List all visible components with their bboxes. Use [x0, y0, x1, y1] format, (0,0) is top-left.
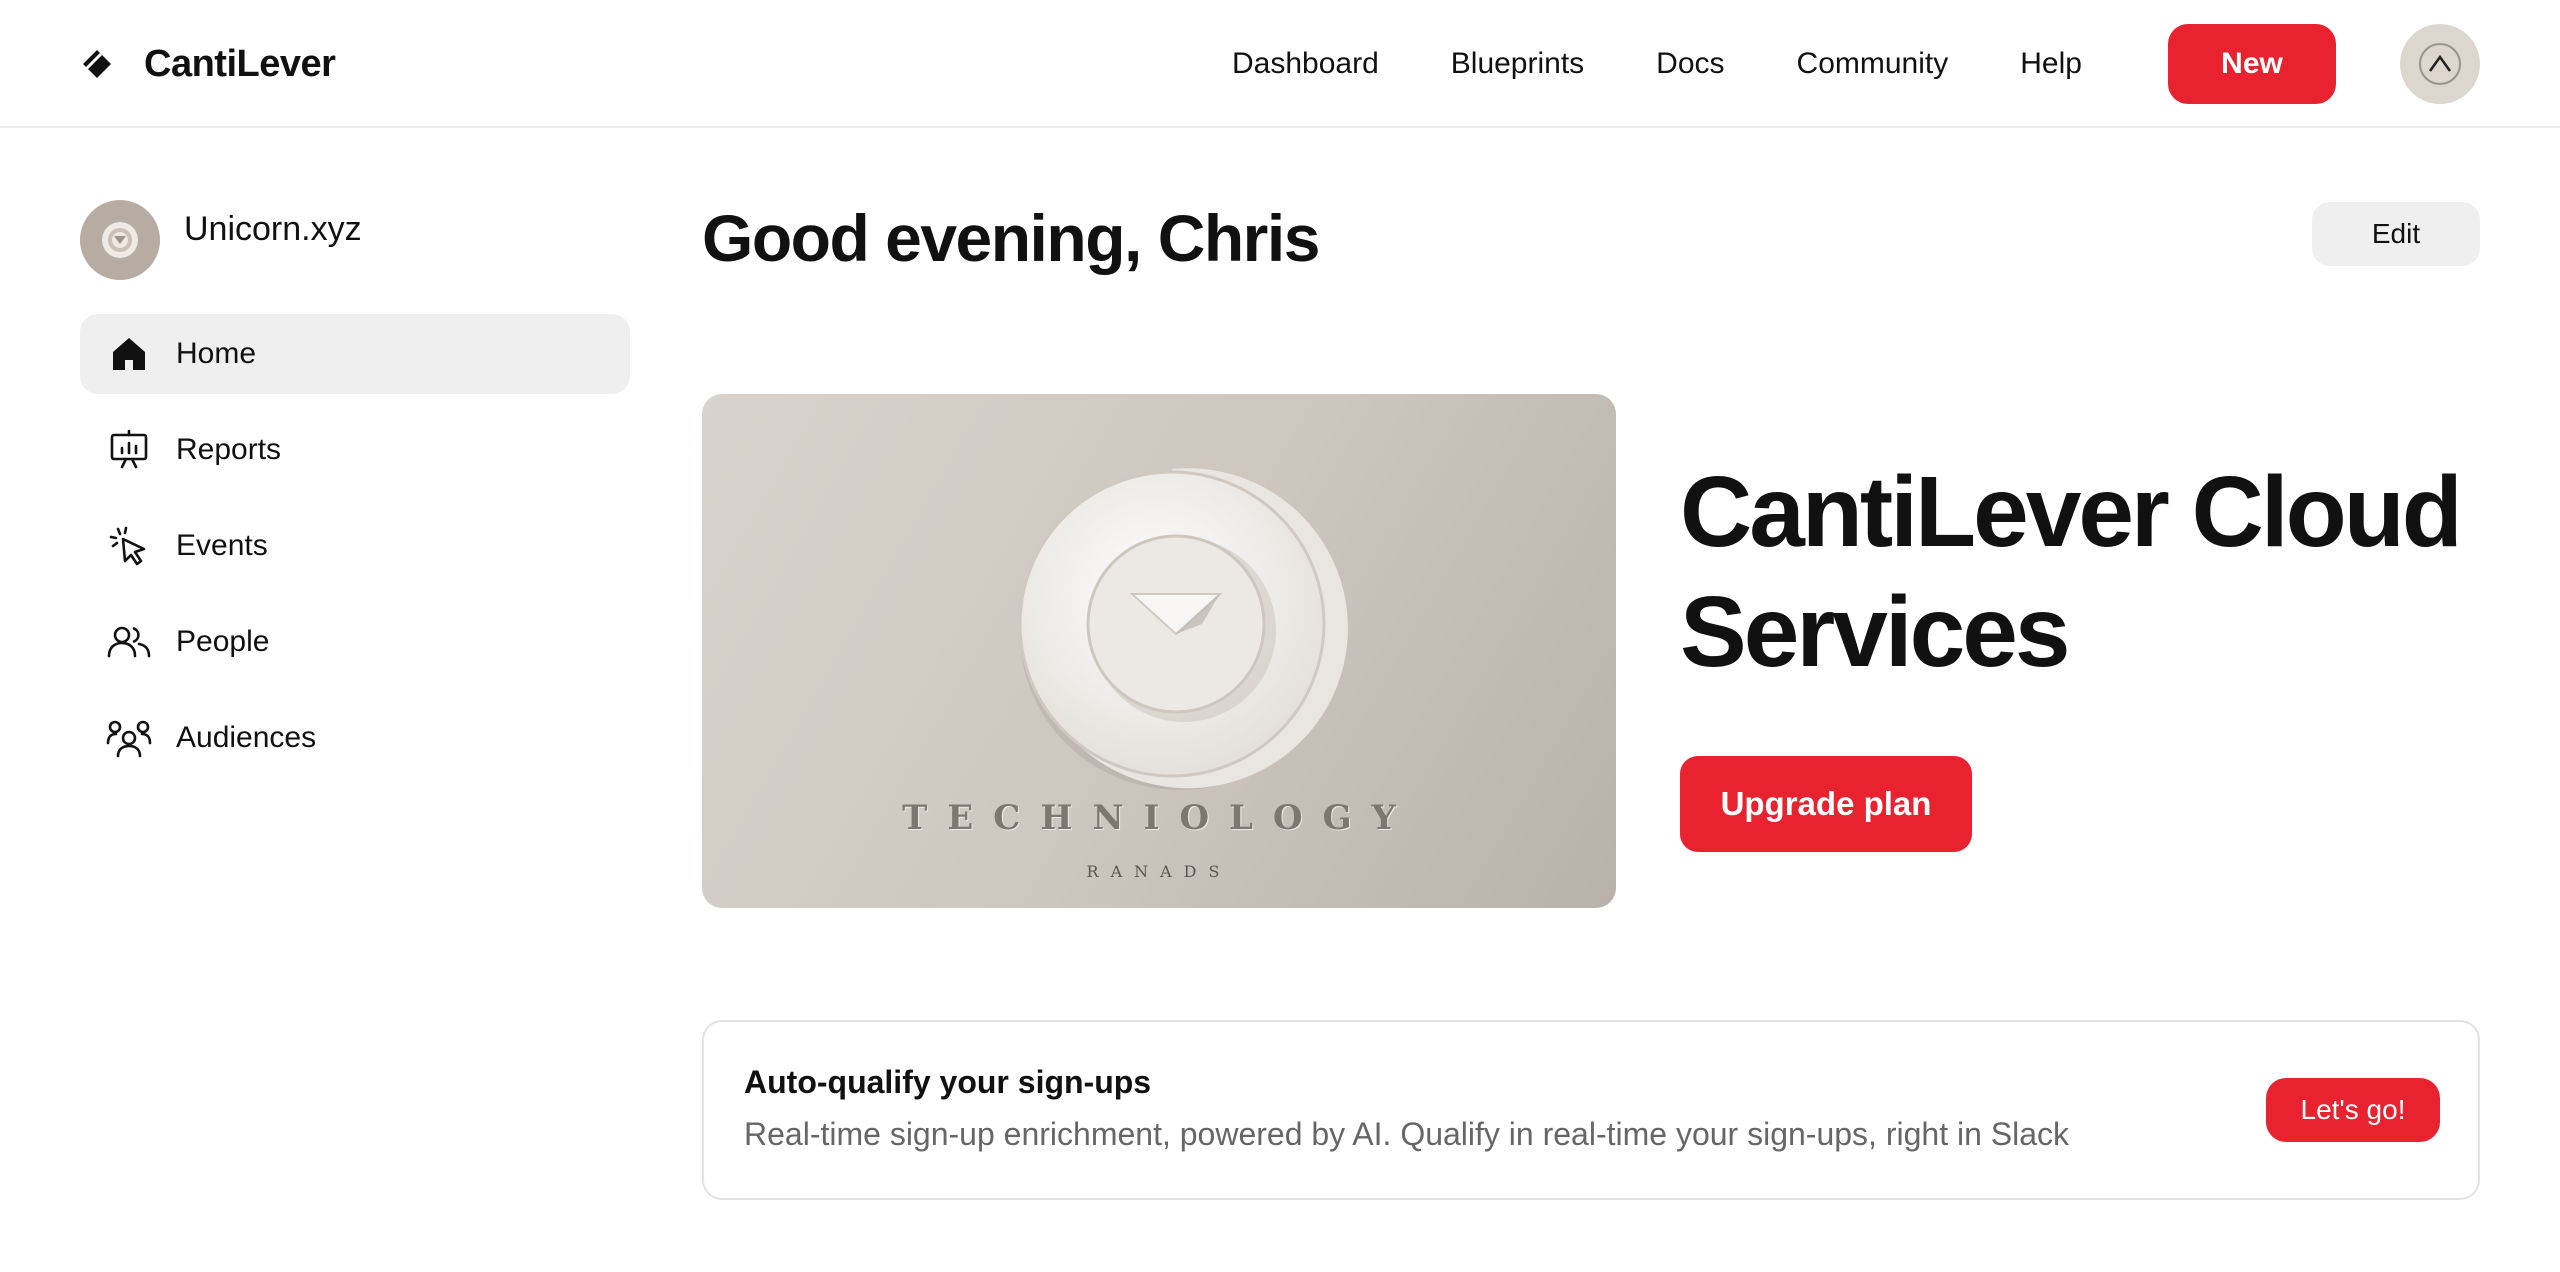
home-icon: [106, 331, 152, 377]
users-icon: [106, 619, 152, 665]
new-button[interactable]: New: [2168, 24, 2336, 104]
workspace-logo-icon: [102, 222, 138, 258]
user-avatar[interactable]: [2400, 24, 2480, 104]
audience-group-icon: [106, 715, 152, 761]
hero-image-text: TECHNIOLOGY: [902, 798, 1416, 838]
hero-image: TECHNIOLOGY RANADS: [702, 394, 1616, 908]
sidebar-item-reports[interactable]: Reports: [80, 410, 630, 490]
promo-description: Real-time sign-up enrichment, powered by…: [744, 1116, 2070, 1152]
nav-link-blueprints[interactable]: Blueprints: [1451, 47, 1584, 81]
promo-card: Auto-qualify your sign-ups Real-time sig…: [702, 1020, 2480, 1200]
nav-link-help[interactable]: Help: [2020, 47, 2082, 81]
promo-title: Auto-qualify your sign-ups: [744, 1064, 1152, 1100]
sidebar-nav: Home Reports Events People Audiences: [80, 314, 630, 794]
sidebar-item-label: People: [176, 625, 270, 658]
cursor-click-icon: [106, 523, 152, 569]
nav-link-dashboard[interactable]: Dashboard: [1232, 47, 1379, 81]
workspace-avatar: [80, 200, 160, 280]
lets-go-button[interactable]: Let's go!: [2266, 1078, 2440, 1142]
nav-link-community[interactable]: Community: [1797, 47, 1949, 81]
brand-logo-icon: [83, 50, 111, 78]
sidebar-item-audiences[interactable]: Audiences: [80, 698, 630, 778]
page-title: Good evening, Chris: [702, 201, 1320, 275]
hero-title: CantiLever Cloud Services: [1680, 456, 2463, 688]
sidebar-item-people[interactable]: People: [80, 602, 630, 682]
sidebar-item-label: Events: [176, 529, 268, 562]
workspace-switcher[interactable]: Unicorn.xyz: [80, 200, 362, 280]
brand[interactable]: CantiLever: [80, 36, 336, 92]
sidebar-item-label: Home: [176, 337, 257, 370]
edit-button[interactable]: Edit: [2312, 202, 2480, 266]
brand-name: CantiLever: [144, 42, 336, 85]
sidebar-item-label: Reports: [176, 433, 282, 466]
sidebar-item-home[interactable]: Home: [80, 314, 630, 394]
nav-link-docs[interactable]: Docs: [1656, 47, 1724, 81]
top-navigation-bar: CantiLever Dashboard Blueprints Docs Com…: [0, 0, 2560, 128]
upgrade-plan-button[interactable]: Upgrade plan: [1680, 756, 1972, 852]
avatar-logo-icon: [2419, 43, 2461, 85]
sidebar-item-events[interactable]: Events: [80, 506, 630, 586]
hero-image-subtext: RANADS: [1086, 862, 1232, 881]
main-nav: Dashboard Blueprints Docs Community Help: [1232, 24, 2082, 104]
workspace-name: Unicorn.xyz: [184, 209, 362, 248]
presentation-chart-icon: [106, 427, 152, 473]
sidebar-item-label: Audiences: [176, 721, 317, 754]
